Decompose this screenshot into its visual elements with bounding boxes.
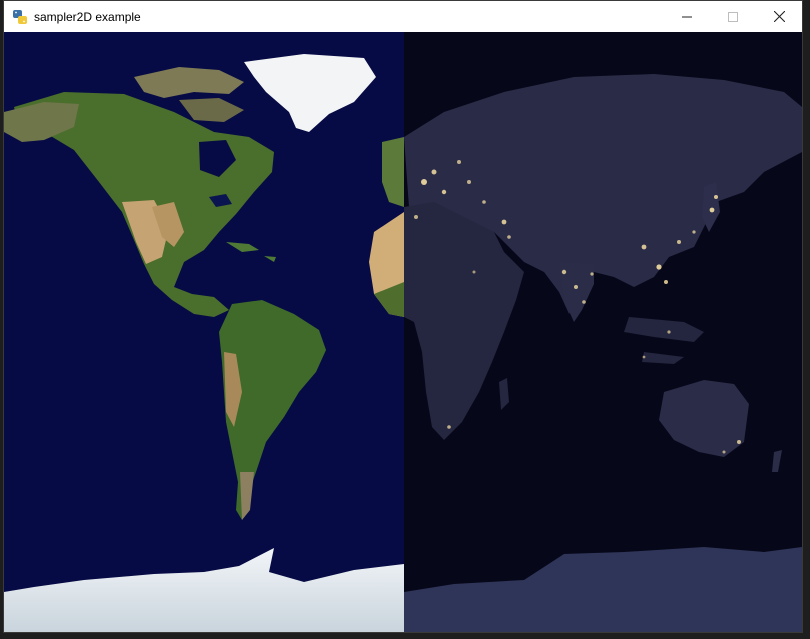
minimize-icon	[682, 16, 692, 17]
close-icon	[773, 11, 785, 22]
close-button[interactable]	[756, 1, 802, 32]
window-title: sampler2D example	[34, 9, 141, 24]
maximize-icon	[728, 11, 738, 22]
maximize-button[interactable]	[710, 1, 756, 32]
window-controls	[664, 1, 802, 32]
daytime-earth-texture	[4, 32, 404, 632]
title-bar[interactable]: sampler2D example	[4, 1, 802, 32]
nighttime-earth-texture	[404, 32, 802, 632]
minimize-button[interactable]	[664, 1, 710, 32]
app-window: sampler2D example	[3, 0, 803, 633]
python-logo-icon	[12, 9, 28, 25]
render-canvas[interactable]	[4, 32, 802, 632]
